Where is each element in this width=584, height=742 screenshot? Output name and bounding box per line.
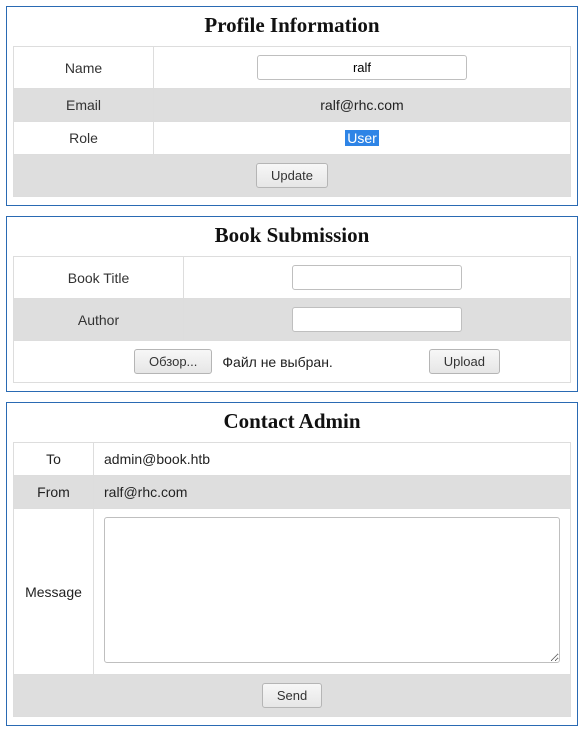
profile-email-label: Email bbox=[14, 89, 154, 122]
contact-to-value: admin@book.htb bbox=[94, 443, 571, 476]
profile-role-label: Role bbox=[14, 122, 154, 155]
profile-name-input[interactable] bbox=[257, 55, 467, 80]
update-button[interactable]: Update bbox=[256, 163, 328, 188]
profile-table: Name Email ralf@rhc.com Role User Update bbox=[13, 46, 571, 197]
contact-to-label: To bbox=[14, 443, 94, 476]
contact-from-label: From bbox=[14, 476, 94, 509]
browse-button[interactable]: Обзор... bbox=[134, 349, 212, 374]
profile-email-value: ralf@rhc.com bbox=[154, 89, 571, 122]
contact-message-textarea[interactable] bbox=[104, 517, 560, 663]
send-button[interactable]: Send bbox=[262, 683, 322, 708]
contact-message-label: Message bbox=[14, 509, 94, 675]
contact-panel: Contact Admin To admin@book.htb From ral… bbox=[6, 402, 578, 726]
book-author-label: Author bbox=[14, 299, 184, 341]
profile-role-value: User bbox=[345, 130, 379, 146]
contact-table: To admin@book.htb From ralf@rhc.com Mess… bbox=[13, 442, 571, 717]
file-status-text: Файл не выбран. bbox=[222, 354, 332, 370]
book-panel: Book Submission Book Title Author Обзор.… bbox=[6, 216, 578, 392]
book-title-input[interactable] bbox=[292, 265, 462, 290]
book-title: Book Submission bbox=[13, 223, 571, 248]
profile-name-label: Name bbox=[14, 47, 154, 89]
profile-panel: Profile Information Name Email ralf@rhc.… bbox=[6, 6, 578, 206]
profile-title: Profile Information bbox=[13, 13, 571, 38]
contact-from-value: ralf@rhc.com bbox=[94, 476, 571, 509]
file-row: Обзор... Файл не выбран. Upload bbox=[24, 349, 560, 374]
book-table: Book Title Author Обзор... Файл не выбра… bbox=[13, 256, 571, 383]
book-author-input[interactable] bbox=[292, 307, 462, 332]
upload-button[interactable]: Upload bbox=[429, 349, 500, 374]
book-title-label: Book Title bbox=[14, 257, 184, 299]
contact-title: Contact Admin bbox=[13, 409, 571, 434]
